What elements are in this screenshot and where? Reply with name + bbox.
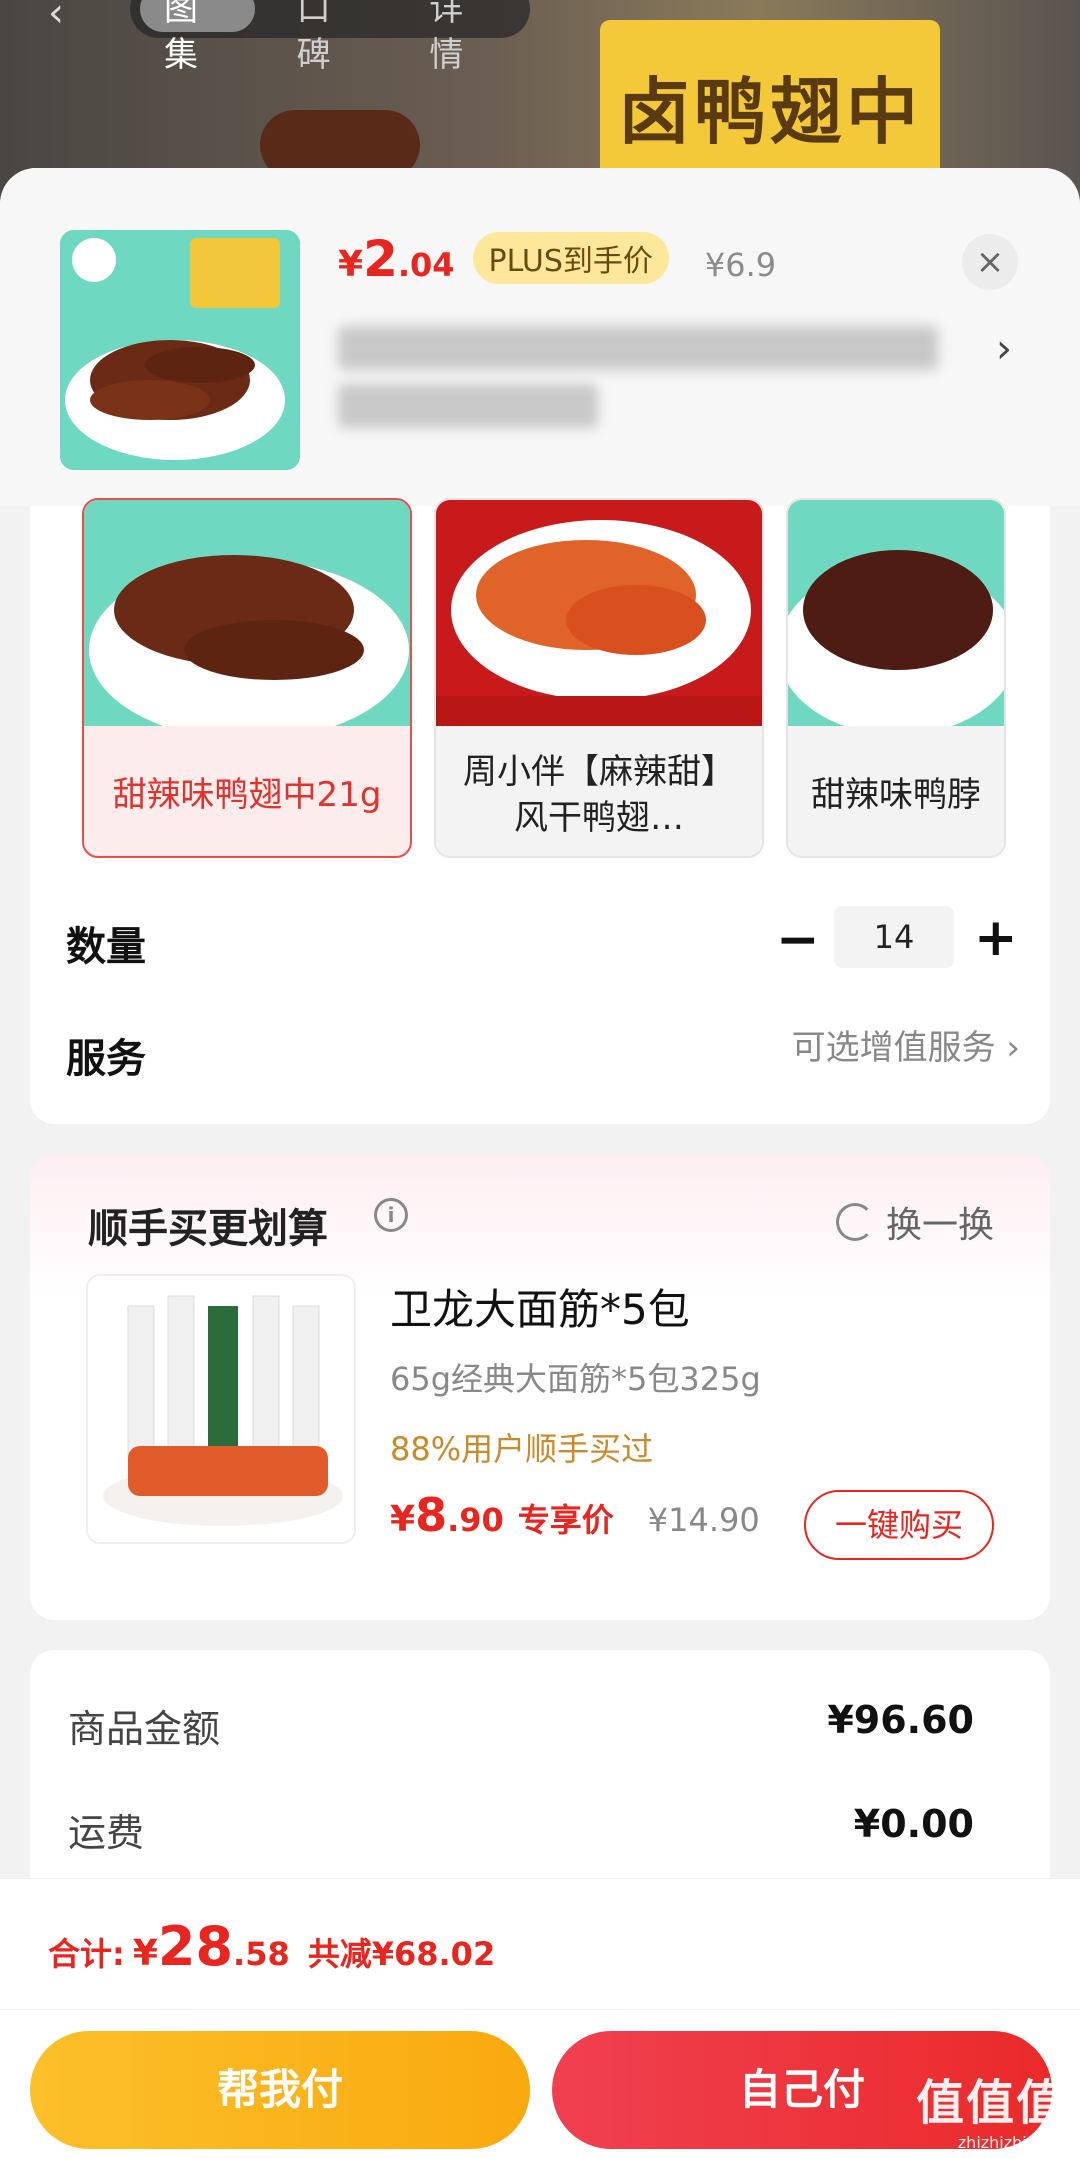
service-hint[interactable]: 可选增值服务 › — [792, 1020, 1020, 1069]
addon-product-spec: 65g经典大面筋*5包325g — [390, 1360, 761, 1398]
price-integer: 2 — [363, 230, 398, 288]
total-decimal: .58 — [233, 1935, 290, 1973]
gallery-tabs: 图集 口碑 详情 — [130, 0, 530, 75]
addon-product-name[interactable]: 卫龙大面筋*5包 — [390, 1276, 690, 1337]
service-row[interactable]: 服务 可选增值服务 › — [0, 1002, 1080, 1112]
sku-bottom-sheet: ¥ 2 .04 PLUS到手价 ¥6.9 × › 甜辣味鸭翅中21g 周小伴【麻… — [0, 168, 1080, 2158]
total-saved: 共减¥68.02 — [307, 1935, 496, 1973]
swap-label: 换一换 — [885, 1205, 994, 1246]
one-click-buy-button[interactable]: 一键购买 — [804, 1490, 994, 1560]
price-currency: ¥ — [338, 244, 364, 285]
product-title-blurred[interactable] — [338, 320, 958, 432]
addon-price-currency: ¥ — [390, 1499, 416, 1540]
tab-gallery[interactable]: 图集 — [140, 0, 255, 75]
addon-price-decimal: .90 — [447, 1501, 504, 1539]
addon-deal-card: 顺手买更划算 i 换一换 卫龙大面筋*5包 65g经典大面筋*5包325g 88… — [30, 1154, 1050, 1620]
summary-goods-label: 商品金额 — [68, 1707, 221, 1751]
sheet-header: ¥ 2 .04 PLUS到手价 ¥6.9 × › — [0, 168, 1080, 506]
price-row: ¥ 2 .04 PLUS到手价 ¥6.9 — [338, 230, 777, 288]
variant-option-1[interactable]: 甜辣味鸭翅中21g — [82, 498, 412, 858]
refresh-icon — [835, 1203, 874, 1241]
addon-price-row: ¥ 8 .90 专享价 ¥14.90 — [390, 1488, 760, 1542]
site-watermark: 值值值 zhizhizhi.com — [916, 2063, 1066, 2152]
quantity-label: 数量 — [66, 924, 146, 970]
exclusive-price-label: 专享价 — [517, 1501, 614, 1539]
variant-1-label: 甜辣味鸭翅中21g — [112, 775, 382, 815]
variant-2-label: 周小伴【麻辣甜】风干鸭翅… — [463, 752, 735, 838]
watermark-url: zhizhizhi.com — [957, 2133, 1066, 2152]
summary-row-shipping: 运费 ¥0.00 — [68, 1802, 974, 1862]
product-thumbnail-image — [60, 230, 300, 470]
quantity-minus-button[interactable]: − — [776, 910, 820, 970]
close-icon[interactable]: × — [962, 234, 1018, 290]
tab-reviews[interactable]: 口碑 — [273, 0, 388, 75]
watermark-logo: 值值值 — [915, 2075, 1066, 2131]
checkout-footer: 合计: ¥ 28 .58 共减¥68.02 帮我付 自己付 值值值 zhizhi… — [0, 1878, 1080, 2158]
footer-divider — [0, 2009, 1080, 2010]
total-row: 合计: ¥ 28 .58 共减¥68.02 — [48, 1915, 495, 1978]
gallery-package-image: 卤鸭翅中 — [600, 20, 940, 190]
info-icon[interactable]: i — [374, 1198, 408, 1232]
price-decimal: .04 — [397, 246, 455, 284]
service-label: 服务 — [66, 1036, 146, 1082]
variant-3-image — [788, 500, 1004, 726]
addon-original-price: ¥14.90 — [647, 1501, 760, 1539]
swap-button[interactable]: 换一换 — [835, 1196, 994, 1248]
quantity-plus-button[interactable]: + — [974, 908, 1018, 968]
variant-option-3[interactable]: 甜辣味鸭脖 — [786, 498, 1006, 858]
plus-price-badge: PLUS到手价 — [472, 232, 669, 284]
summary-row-goods: 商品金额 ¥96.60 — [68, 1698, 974, 1758]
addon-bought-ratio: 88%用户顺手买过 — [390, 1430, 654, 1468]
chevron-right-icon[interactable]: › — [996, 326, 1012, 372]
help-me-pay-button[interactable]: 帮我付 — [30, 2031, 530, 2149]
back-icon[interactable]: ‹ — [48, 0, 64, 36]
quantity-input[interactable]: 14 — [834, 906, 954, 968]
total-currency: ¥ — [132, 1933, 158, 1974]
variant-1-image — [84, 500, 410, 726]
tab-details[interactable]: 详情 — [405, 0, 520, 75]
summary-shipping-label: 运费 — [68, 1811, 145, 1855]
total-integer: 28 — [157, 1915, 234, 1978]
sku-card: 甜辣味鸭翅中21g 周小伴【麻辣甜】风干鸭翅… 甜辣味鸭脖 数量 − 14 + … — [30, 498, 1050, 1124]
product-thumbnail — [60, 230, 300, 470]
total-label: 合计: — [48, 1935, 125, 1973]
variant-option-2[interactable]: 周小伴【麻辣甜】风干鸭翅… — [434, 498, 764, 858]
variant-3-label: 甜辣味鸭脖 — [811, 775, 981, 815]
addon-price-integer: 8 — [415, 1488, 448, 1542]
quantity-row: 数量 − 14 + — [0, 892, 1080, 1002]
summary-shipping-value: ¥0.00 — [853, 1802, 974, 1846]
addon-product-image[interactable] — [86, 1274, 356, 1544]
addon-product-picture — [88, 1276, 354, 1542]
variant-2-image — [436, 500, 762, 726]
summary-goods-value: ¥96.60 — [827, 1698, 974, 1742]
addon-title: 顺手买更划算 — [88, 1206, 328, 1252]
original-price: ¥6.9 — [704, 246, 777, 284]
